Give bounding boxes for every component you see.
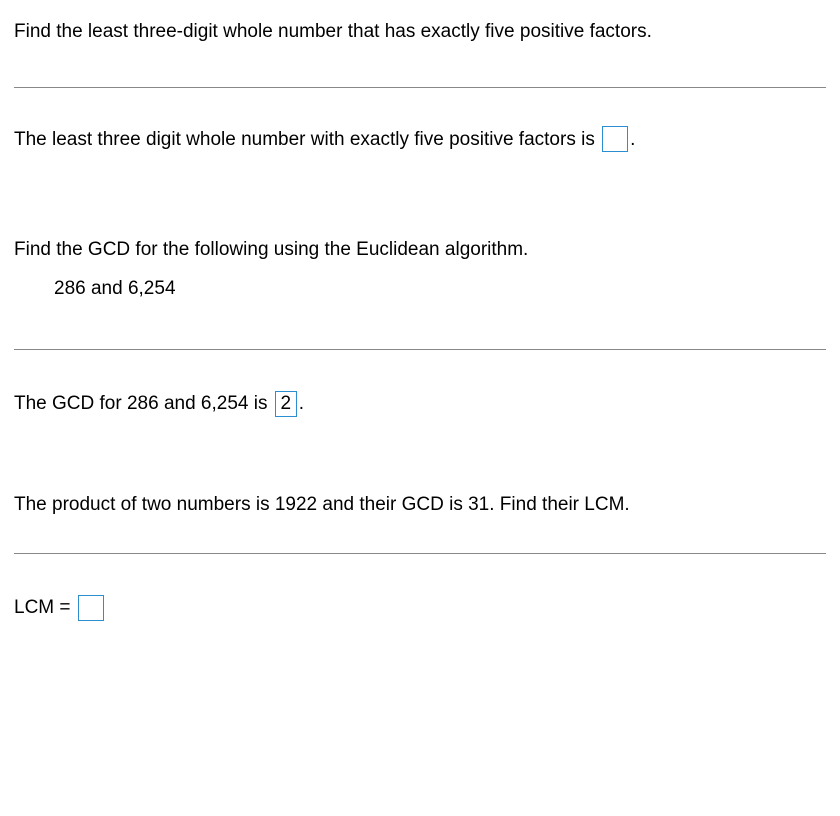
question-2-prompt: Find the GCD for the following using the… [14, 236, 826, 275]
q1-period: . [630, 129, 635, 150]
q2-numbers-text: 286 and 6,254 [54, 278, 176, 299]
question-2-numbers: 286 and 6,254 [14, 275, 826, 350]
q2-answer-prefix: The GCD for 286 and 6,254 is [14, 393, 267, 414]
q3-answer-input[interactable] [78, 595, 104, 621]
q3-answer-prefix: LCM = [14, 597, 71, 618]
q3-text: The product of two numbers is 1922 and t… [14, 494, 630, 515]
q2-period: . [299, 393, 304, 414]
question-1-prompt: Find the least three-digit whole number … [14, 18, 826, 87]
q1-answer-input[interactable] [602, 126, 628, 152]
q2-text: Find the GCD for the following using the… [14, 239, 528, 260]
question-3-answer-line: LCM = [14, 554, 826, 623]
q1-answer-prefix: The least three digit whole number with … [14, 129, 595, 150]
question-1-answer-line: The least three digit whole number with … [14, 88, 826, 237]
q1-text: Find the least three-digit whole number … [14, 21, 652, 42]
q2-answer-input[interactable]: 2 [275, 391, 297, 417]
question-3-prompt: The product of two numbers is 1922 and t… [14, 491, 826, 554]
question-2-answer-line: The GCD for 286 and 6,254 is 2. [14, 350, 826, 491]
